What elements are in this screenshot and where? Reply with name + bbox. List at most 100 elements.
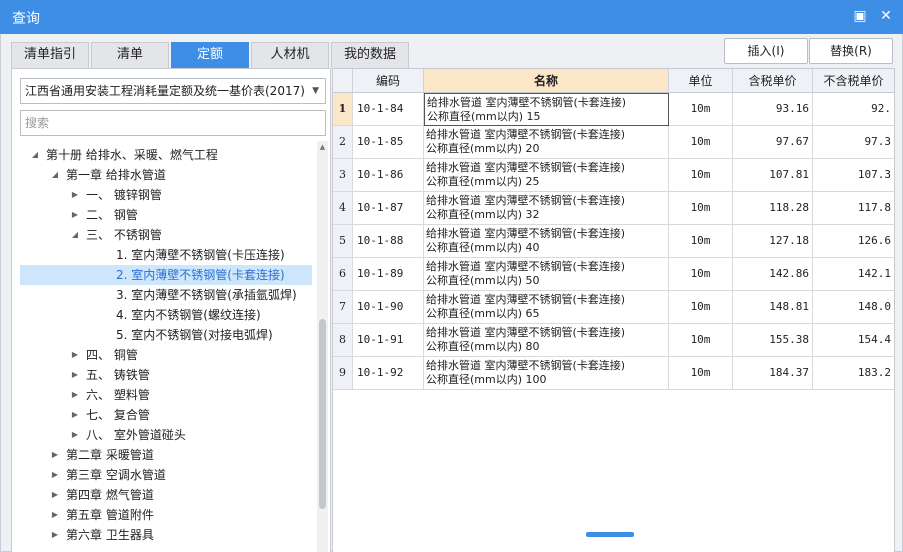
unit-cell[interactable]: 10m <box>669 258 733 291</box>
tree-item[interactable]: ◢ 第十册 给排水、采暖、燃气工程 <box>20 145 312 165</box>
collapsed-arrow-icon[interactable]: ▶ <box>50 465 60 485</box>
code-cell[interactable]: 10-1-87 <box>353 192 424 225</box>
scroll-up-icon[interactable]: ▲ <box>317 141 328 153</box>
row-number[interactable]: 9 <box>333 357 353 390</box>
tree-item[interactable]: 5. 室内不锈钢管(对接电弧焊) <box>20 325 312 345</box>
row-number[interactable]: 1 <box>333 93 353 126</box>
tax-price-cell[interactable]: 97.67 <box>733 126 813 159</box>
row-number[interactable]: 3 <box>333 159 353 192</box>
notax-price-cell[interactable]: 126.6 <box>813 225 894 258</box>
collapsed-arrow-icon[interactable]: ▶ <box>50 505 60 525</box>
tree-item[interactable]: 1. 室内薄壁不锈钢管(卡压连接) <box>20 245 312 265</box>
notax-price-cell[interactable]: 148.0 <box>813 291 894 324</box>
name-cell[interactable]: 给排水管道 室内薄壁不锈钢管(卡套连接) 公称直径(mm以内) 50 <box>424 258 669 291</box>
unit-cell[interactable]: 10m <box>669 126 733 159</box>
tree-item[interactable]: ◢ 第一章 给排水管道 <box>20 165 312 185</box>
unit-cell[interactable]: 10m <box>669 225 733 258</box>
name-cell[interactable]: 给排水管道 室内薄壁不锈钢管(卡套连接) 公称直径(mm以内) 15 <box>424 93 669 126</box>
tax-price-header[interactable]: 含税单价 <box>733 69 813 93</box>
tree-scroll-thumb[interactable] <box>319 319 326 509</box>
tree-item[interactable]: ▶ 第二章 采暖管道 <box>20 445 312 465</box>
expanded-arrow-icon[interactable]: ◢ <box>50 165 60 185</box>
name-cell[interactable]: 给排水管道 室内薄壁不锈钢管(卡套连接) 公称直径(mm以内) 40 <box>424 225 669 258</box>
name-cell[interactable]: 给排水管道 室内薄壁不锈钢管(卡套连接) 公称直径(mm以内) 25 <box>424 159 669 192</box>
notax-price-cell[interactable]: 117.8 <box>813 192 894 225</box>
expanded-arrow-icon[interactable]: ◢ <box>30 145 40 165</box>
notax-price-cell[interactable]: 154.4 <box>813 324 894 357</box>
tax-price-cell[interactable]: 93.16 <box>733 93 813 126</box>
unit-cell[interactable]: 10m <box>669 357 733 390</box>
unit-cell[interactable]: 10m <box>669 93 733 126</box>
name-header[interactable]: 名称 <box>424 69 669 93</box>
tax-price-cell[interactable]: 118.28 <box>733 192 813 225</box>
code-cell[interactable]: 10-1-86 <box>353 159 424 192</box>
name-cell[interactable]: 给排水管道 室内薄壁不锈钢管(卡套连接) 公称直径(mm以内) 32 <box>424 192 669 225</box>
replace-button[interactable]: 替换(R) <box>809 38 893 64</box>
name-cell[interactable]: 给排水管道 室内薄壁不锈钢管(卡套连接) 公称直径(mm以内) 65 <box>424 291 669 324</box>
tax-price-cell[interactable]: 148.81 <box>733 291 813 324</box>
search-input[interactable] <box>20 110 326 136</box>
notax-price-cell[interactable]: 97.3 <box>813 126 894 159</box>
collapsed-arrow-icon[interactable]: ▶ <box>70 185 80 205</box>
splitter-handle[interactable] <box>586 532 634 537</box>
tree-item[interactable]: ▶ 一、 镀锌钢管 <box>20 185 312 205</box>
unit-cell[interactable]: 10m <box>669 324 733 357</box>
rownum-header[interactable] <box>333 69 353 93</box>
collapsed-arrow-icon[interactable]: ▶ <box>70 425 80 445</box>
code-cell[interactable]: 10-1-91 <box>353 324 424 357</box>
collapsed-arrow-icon[interactable]: ▶ <box>70 405 80 425</box>
row-number[interactable]: 5 <box>333 225 353 258</box>
tax-price-cell[interactable]: 184.37 <box>733 357 813 390</box>
name-cell[interactable]: 给排水管道 室内薄壁不锈钢管(卡套连接) 公称直径(mm以内) 80 <box>424 324 669 357</box>
collapsed-arrow-icon[interactable]: ▶ <box>70 365 80 385</box>
notax-price-cell[interactable]: 183.2 <box>813 357 894 390</box>
tax-price-cell[interactable]: 155.38 <box>733 324 813 357</box>
dropdown-arrow-icon[interactable]: ▼ <box>312 79 319 103</box>
collapsed-arrow-icon[interactable]: ▶ <box>70 385 80 405</box>
tax-price-cell[interactable]: 107.81 <box>733 159 813 192</box>
code-cell[interactable]: 10-1-90 <box>353 291 424 324</box>
tree-item[interactable]: ◢ 三、 不锈钢管 <box>20 225 312 245</box>
unit-cell[interactable]: 10m <box>669 159 733 192</box>
tab-bill-guide[interactable]: 清单指引 <box>11 42 89 68</box>
notax-price-header[interactable]: 不含税单价 <box>813 69 894 93</box>
unit-header[interactable]: 单位 <box>669 69 733 93</box>
collapsed-arrow-icon[interactable]: ▶ <box>70 205 80 225</box>
tree-item[interactable]: ▶ 二、 钢管 <box>20 205 312 225</box>
tree-item[interactable]: ▶ 第三章 空调水管道 <box>20 465 312 485</box>
code-cell[interactable]: 10-1-85 <box>353 126 424 159</box>
tree-item[interactable]: ▶ 第五章 管道附件 <box>20 505 312 525</box>
notax-price-cell[interactable]: 107.3 <box>813 159 894 192</box>
tab-my-data[interactable]: 我的数据 <box>331 42 409 68</box>
notax-price-cell[interactable]: 142.1 <box>813 258 894 291</box>
quota-library-select[interactable]: 江西省通用安装工程消耗量定额及统一基价表(2017) ▼ <box>20 78 326 104</box>
tree-item[interactable]: ▶ 四、 铜管 <box>20 345 312 365</box>
unit-cell[interactable]: 10m <box>669 291 733 324</box>
unit-cell[interactable]: 10m <box>669 192 733 225</box>
code-header[interactable]: 编码 <box>353 69 424 93</box>
tree-item[interactable]: ▶ 五、 铸铁管 <box>20 365 312 385</box>
tax-price-cell[interactable]: 142.86 <box>733 258 813 291</box>
name-cell[interactable]: 给排水管道 室内薄壁不锈钢管(卡套连接) 公称直径(mm以内) 100 <box>424 357 669 390</box>
code-cell[interactable]: 10-1-88 <box>353 225 424 258</box>
code-cell[interactable]: 10-1-84 <box>353 93 424 126</box>
tree-item[interactable]: ▶ 第六章 卫生器具 <box>20 525 312 545</box>
row-number[interactable]: 2 <box>333 126 353 159</box>
tree-item[interactable]: 3. 室内薄壁不锈钢管(承插氩弧焊) <box>20 285 312 305</box>
collapsed-arrow-icon[interactable]: ▶ <box>50 525 60 545</box>
tab-materials[interactable]: 人材机 <box>251 42 329 68</box>
insert-button[interactable]: 插入(I) <box>724 38 808 64</box>
row-number[interactable]: 8 <box>333 324 353 357</box>
row-number[interactable]: 7 <box>333 291 353 324</box>
tree-item[interactable]: ▶ 七、 复合管 <box>20 405 312 425</box>
tree-item[interactable]: ▶ 第四章 燃气管道 <box>20 485 312 505</box>
tree-scrollbar[interactable]: ▲ ▼ <box>317 141 328 552</box>
collapsed-arrow-icon[interactable]: ▶ <box>70 345 80 365</box>
tax-price-cell[interactable]: 127.18 <box>733 225 813 258</box>
name-cell[interactable]: 给排水管道 室内薄壁不锈钢管(卡套连接) 公称直径(mm以内) 20 <box>424 126 669 159</box>
tree-item[interactable]: ▶ 八、 室外管道碰头 <box>20 425 312 445</box>
restore-icon[interactable]: ▣ <box>850 6 870 26</box>
code-cell[interactable]: 10-1-92 <box>353 357 424 390</box>
tree-item[interactable]: 4. 室内不锈钢管(螺纹连接) <box>20 305 312 325</box>
tree-item[interactable]: ▶ 六、 塑料管 <box>20 385 312 405</box>
